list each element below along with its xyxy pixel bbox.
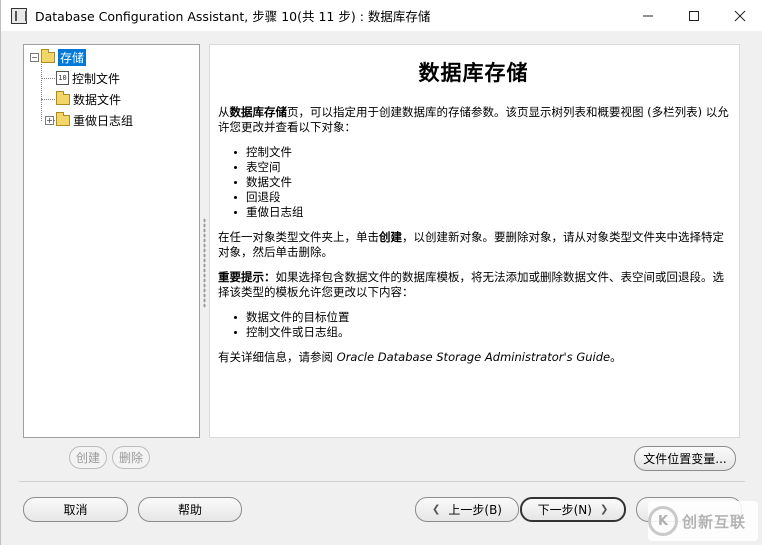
- window-title: Database Configuration Assistant, 步骤 10(…: [35, 9, 431, 24]
- expand-icon[interactable]: +: [45, 115, 54, 125]
- help-content: 数据库存储 从数据库存储页，可以指定用于创建数据库的存储参数。该页显示树列表和概…: [209, 44, 740, 438]
- tree-connector: [41, 78, 55, 79]
- watermark-text: 创新互联: [682, 512, 747, 531]
- footer-divider: [19, 481, 745, 482]
- folder-icon: [56, 90, 70, 105]
- window-controls: [625, 0, 762, 31]
- folder-icon: [41, 48, 55, 63]
- folder-icon: [56, 111, 70, 126]
- list-item: 控制文件: [234, 145, 729, 160]
- file-location-variables-button[interactable]: 文件位置变量...: [634, 446, 736, 471]
- tree-node-data-files[interactable]: 数据文件: [56, 90, 121, 108]
- intro-paragraph: 从数据库存储页，可以指定用于创建数据库的存储参数。该页显示树列表和概要视图 (多…: [218, 105, 729, 135]
- guide-reference: Oracle Database Storage Administrator's …: [336, 350, 611, 364]
- chevron-right-icon: ❯: [599, 504, 609, 515]
- list-item: 数据文件的目标位置: [234, 310, 729, 325]
- tree-node-label: 数据文件: [73, 92, 122, 107]
- chevron-left-icon: ❮: [432, 504, 441, 515]
- create-paragraph: 在任一对象类型文件夹上，单击创建，以创建新对象。要删除对象，请从对象类型文件夹中…: [218, 230, 729, 260]
- tree-connector: [41, 61, 42, 121]
- next-button[interactable]: 下一步(N) ❯: [520, 497, 626, 522]
- important-paragraph: 重要提示：如果选择包含数据文件的数据库模板，将无法添加或删除数据文件、表空间或回…: [218, 270, 729, 300]
- minimize-icon[interactable]: [625, 0, 671, 31]
- objects-list: 控制文件 表空间 数据文件 回退段 重做日志组: [218, 145, 729, 220]
- content-title: 数据库存储: [418, 60, 529, 85]
- maximize-icon[interactable]: [671, 0, 717, 31]
- title-bar: Database Configuration Assistant, 步骤 10(…: [1, 0, 762, 31]
- tree-node-storage[interactable]: − 存储: [30, 48, 87, 66]
- list-item: 控制文件或日志组。: [234, 325, 729, 340]
- tree-node-label: 控制文件: [72, 71, 121, 86]
- list-item: 重做日志组: [234, 205, 729, 220]
- close-icon[interactable]: [717, 0, 762, 31]
- more-suffix: 。: [610, 350, 622, 364]
- splitter-handle[interactable]: [203, 218, 206, 308]
- next-label: 下一步(N): [537, 503, 592, 517]
- list-item: 回退段: [234, 190, 729, 205]
- tree-connector: [41, 99, 55, 100]
- important-bold: 重要提示：: [218, 270, 276, 284]
- tree-node-control-files[interactable]: 10 控制文件: [56, 69, 120, 87]
- document-icon: 10: [56, 71, 69, 85]
- tree-node-redo-log-groups[interactable]: + 重做日志组: [45, 111, 133, 129]
- delete-button[interactable]: 删除: [112, 446, 150, 469]
- create-button[interactable]: 创建: [69, 446, 107, 469]
- cancel-button[interactable]: 取消: [23, 497, 128, 522]
- important-rest: 如果选择包含数据文件的数据库模板，将无法添加或删除数据文件、表空间或回退段。选择…: [218, 270, 724, 299]
- more-prefix: 有关详细信息，请参阅: [218, 350, 337, 364]
- tree-node-label: 重做日志组: [73, 113, 134, 128]
- intro-rest: 页，可以指定用于创建数据库的存储参数。该页显示树列表和概要视图 (多栏列表) 以…: [218, 105, 729, 134]
- changeable-list: 数据文件的目标位置 控制文件或日志组。: [218, 310, 729, 340]
- storage-tree[interactable]: − 存储 10 控制文件 数据文件 + 重做日志组: [23, 44, 200, 438]
- back-label: 上一步(B): [448, 503, 502, 517]
- help-button[interactable]: 帮助: [138, 497, 242, 522]
- tree-node-label: 存储: [58, 48, 87, 66]
- back-button[interactable]: ❮ 上一步(B): [415, 497, 519, 522]
- list-item: 表空间: [234, 160, 729, 175]
- create-bold: 创建: [379, 230, 402, 244]
- intro-prefix: 从: [218, 105, 230, 119]
- list-item: 数据文件: [234, 175, 729, 190]
- watermark: K 创新互联: [648, 501, 758, 541]
- watermark-logo-icon: K: [648, 506, 678, 536]
- more-info-paragraph: 有关详细信息，请参阅 Oracle Database Storage Admin…: [218, 350, 729, 365]
- collapse-icon[interactable]: −: [30, 52, 39, 62]
- dca-window: Database Configuration Assistant, 步骤 10(…: [0, 0, 762, 545]
- intro-bold: 数据库存储: [229, 105, 288, 119]
- create-prefix: 在任一对象类型文件夹上，单击: [218, 230, 379, 244]
- app-icon: [11, 7, 27, 24]
